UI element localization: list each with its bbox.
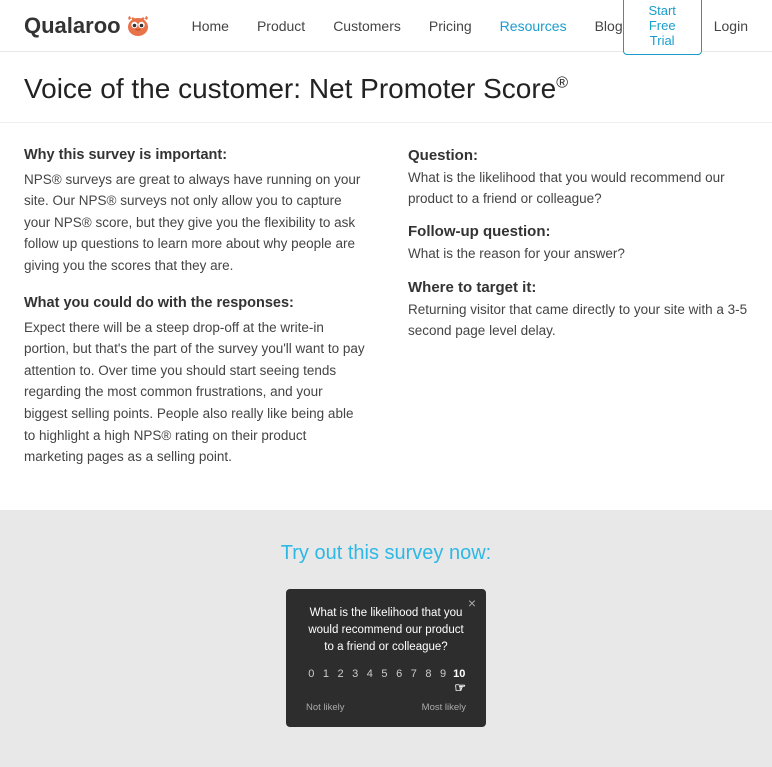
nav-product[interactable]: Product xyxy=(257,18,305,34)
target-text: Returning visitor that came directly to … xyxy=(408,300,748,342)
demo-section: Try out this survey now: × What is the l… xyxy=(0,510,772,767)
widget-close-icon[interactable]: × xyxy=(468,595,476,611)
question-text: What is the likelihood that you would re… xyxy=(408,168,748,210)
page-title: Voice of the customer: Net Promoter Scor… xyxy=(24,72,748,106)
widget-labels: Not likely Most likely xyxy=(306,702,466,713)
widget-number-6[interactable]: 6 xyxy=(394,668,405,696)
widget-number-0[interactable]: 0 xyxy=(306,668,317,696)
page-header: Voice of the customer: Net Promoter Scor… xyxy=(0,52,772,123)
widget-number-5[interactable]: 5 xyxy=(379,668,390,696)
nav-links: Home Product Customers Pricing Resources… xyxy=(192,18,623,34)
nav-pricing[interactable]: Pricing xyxy=(429,18,472,34)
cursor-icon: ☞ xyxy=(454,680,466,696)
left-column: Why this survey is important: NPS® surve… xyxy=(24,147,408,486)
section1-text: NPS® surveys are great to always have ru… xyxy=(24,169,368,277)
demo-title: Try out this survey now: xyxy=(24,542,748,565)
login-button[interactable]: Login xyxy=(714,18,748,34)
right-column: Question: What is the likelihood that yo… xyxy=(408,147,748,486)
survey-widget: × What is the likelihood that you would … xyxy=(286,589,486,728)
target-label: Where to target it: xyxy=(408,279,748,296)
widget-number-1[interactable]: 1 xyxy=(321,668,332,696)
demo-title-plain: out this survey now: xyxy=(314,542,491,564)
widget-number-9[interactable]: 9 xyxy=(438,668,449,696)
widget-number-4[interactable]: 4 xyxy=(365,668,376,696)
logo-text: Qualaroo xyxy=(24,13,121,39)
section2-text: Expect there will be a steep drop-off at… xyxy=(24,317,368,468)
start-free-trial-button[interactable]: Start Free Trial xyxy=(623,0,702,55)
widget-number-10[interactable]: 10☞ xyxy=(452,668,466,696)
nav-customers[interactable]: Customers xyxy=(333,18,401,34)
label-not-likely: Not likely xyxy=(306,702,345,713)
navbar: Qualaroo Home Product Customers Pricing … xyxy=(0,0,772,52)
widget-question: What is the likelihood that you would re… xyxy=(306,605,466,657)
widget-number-3[interactable]: 3 xyxy=(350,668,361,696)
content-area: Why this survey is important: NPS® surve… xyxy=(0,123,772,510)
widget-numbers: 012345678910☞ xyxy=(306,668,466,696)
demo-title-colored: Try xyxy=(281,542,309,564)
followup-text: What is the reason for your answer? xyxy=(408,244,748,265)
nav-blog[interactable]: Blog xyxy=(595,18,623,34)
widget-number-8[interactable]: 8 xyxy=(423,668,434,696)
label-most-likely: Most likely xyxy=(422,702,466,713)
nav-home[interactable]: Home xyxy=(192,18,229,34)
widget-number-2[interactable]: 2 xyxy=(335,668,346,696)
nav-resources[interactable]: Resources xyxy=(500,18,567,34)
section2-heading: What you could do with the responses: xyxy=(24,295,368,311)
section1-heading: Why this survey is important: xyxy=(24,147,368,163)
nav-actions: Start Free Trial Login xyxy=(623,0,748,55)
logo: Qualaroo xyxy=(24,13,152,39)
question-label: Question: xyxy=(408,147,748,164)
followup-label: Follow-up question: xyxy=(408,223,748,240)
logo-owl-icon xyxy=(124,15,152,37)
widget-number-7[interactable]: 7 xyxy=(408,668,419,696)
